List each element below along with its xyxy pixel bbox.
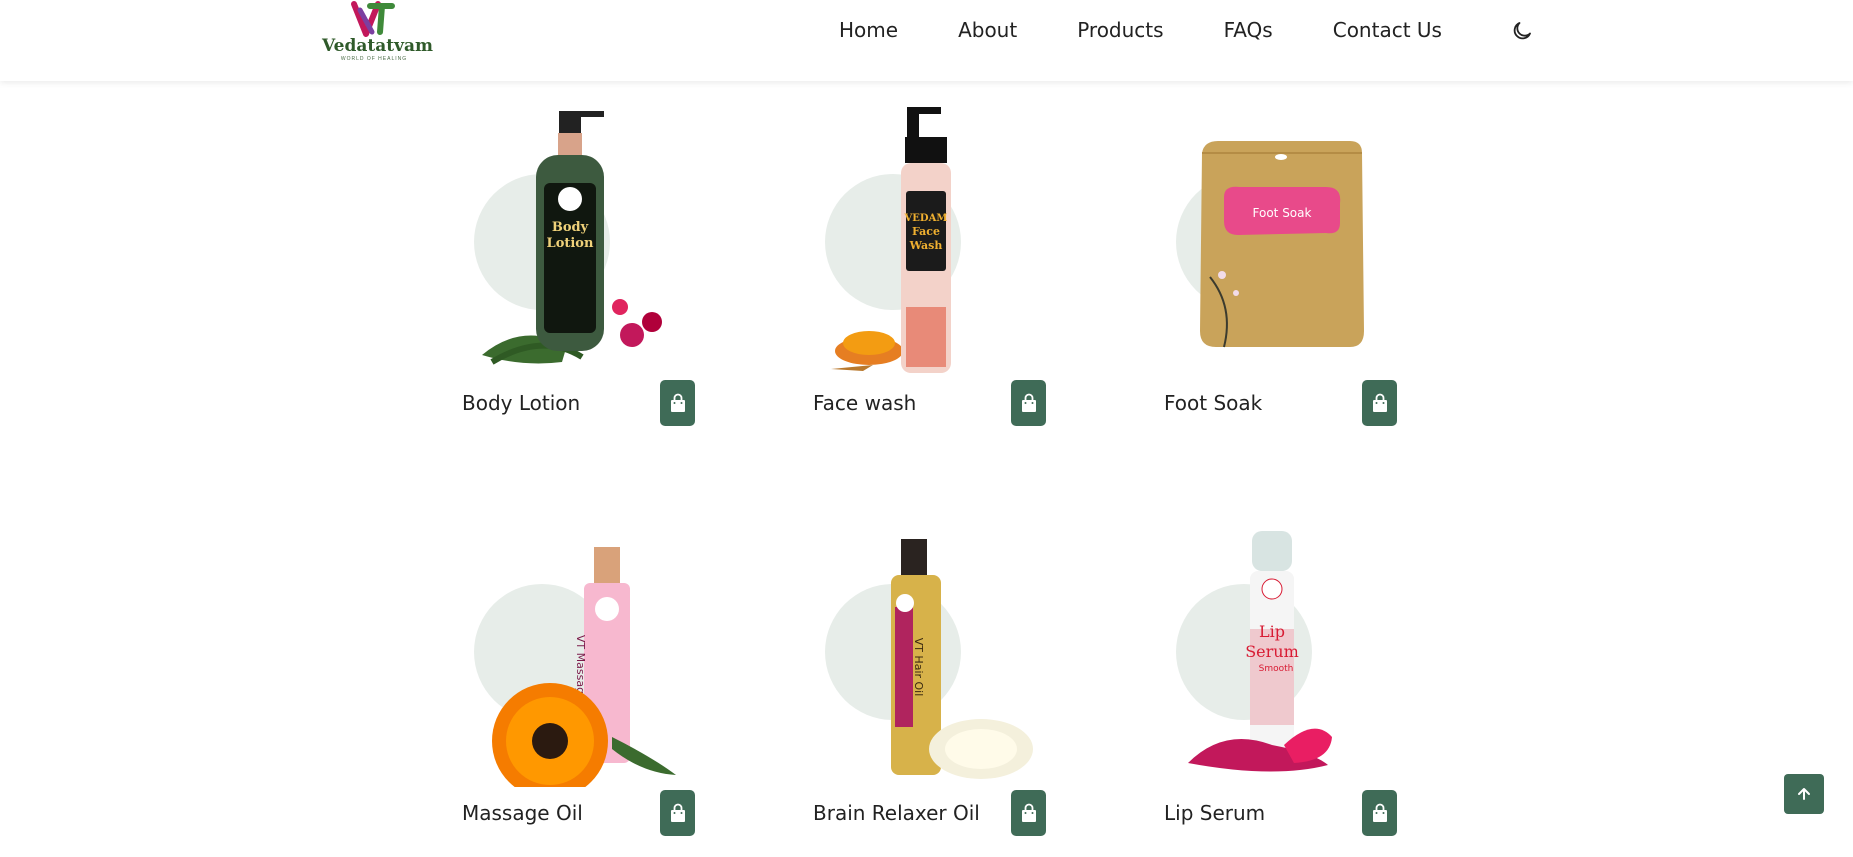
add-to-cart-button[interactable]	[1011, 790, 1046, 836]
add-to-cart-button[interactable]	[660, 790, 695, 836]
product-title[interactable]: Foot Soak	[1164, 391, 1262, 415]
shopping-bag-icon	[670, 393, 685, 412]
product-title[interactable]: Massage Oil	[462, 801, 583, 825]
add-to-cart-button[interactable]	[1011, 380, 1046, 426]
product-card: VEDAM Face Wash Face wash	[813, 107, 1053, 457]
bottle-label-line: Lotion	[547, 236, 594, 251]
nav-products[interactable]: Products	[1077, 18, 1163, 42]
brand-tagline: WORLD OF HEALING	[340, 56, 408, 62]
product-title[interactable]: Body Lotion	[462, 391, 580, 415]
shopping-bag-icon	[1372, 803, 1387, 822]
nav-home[interactable]: Home	[839, 18, 898, 42]
product-card: VT Hair Oil Brain Relaxer Oil	[813, 517, 1053, 857]
product-card: VT Massage Oil Massage Oil	[462, 517, 702, 857]
site-header: Vedatatvam WORLD OF HEALING Home About P…	[0, 0, 1853, 81]
add-to-cart-button[interactable]	[660, 380, 695, 426]
product-image-body-lotion[interactable]: Body Lotion	[462, 107, 702, 377]
shopping-bag-icon	[1021, 803, 1036, 822]
add-to-cart-button[interactable]	[1362, 790, 1397, 836]
product-image-lip-serum[interactable]: Lip Serum Smooth	[1164, 517, 1404, 787]
product-card: Foot Soak Foot Soak	[1164, 107, 1404, 457]
bottle-label-line: Serum	[1245, 642, 1299, 661]
product-title[interactable]: Lip Serum	[1164, 801, 1265, 825]
arrow-up-icon	[1798, 788, 1810, 800]
product-title[interactable]: Face wash	[813, 391, 916, 415]
bottle-label-line: Face	[912, 225, 940, 238]
product-title[interactable]: Brain Relaxer Oil	[813, 801, 980, 825]
shopping-bag-icon	[1372, 393, 1387, 412]
bottle-label-line: Smooth	[1259, 664, 1294, 674]
product-card: Body Lotion Body Lotion	[462, 107, 702, 457]
product-image-massage-oil[interactable]: VT Massage Oil	[462, 517, 702, 787]
bottle-label-line: VT Hair Oil	[912, 638, 925, 697]
shopping-bag-icon	[1021, 393, 1036, 412]
bottle-label-line: Body	[552, 220, 589, 235]
product-image-face-wash[interactable]: VEDAM Face Wash	[813, 107, 1053, 377]
add-to-cart-button[interactable]	[1362, 380, 1397, 426]
product-image-brain-relaxer-oil[interactable]: VT Hair Oil	[813, 517, 1053, 787]
product-card: Lip Serum Smooth Lip Serum	[1164, 517, 1404, 857]
product-image-foot-soak[interactable]: Foot Soak	[1164, 107, 1404, 377]
nav-contact[interactable]: Contact Us	[1333, 18, 1442, 42]
nav-faqs[interactable]: FAQs	[1224, 18, 1273, 42]
bottle-label-line: Wash	[909, 239, 943, 252]
scroll-to-top-button[interactable]	[1784, 774, 1824, 814]
logo-mark-icon	[351, 1, 395, 37]
moon-icon	[1513, 22, 1531, 40]
bottle-label-line: Foot Soak	[1253, 206, 1312, 220]
bottle-label-line: Lip	[1259, 622, 1285, 641]
brand-logo[interactable]: Vedatatvam WORLD OF HEALING	[322, 0, 433, 66]
shopping-bag-icon	[670, 803, 685, 822]
nav-about[interactable]: About	[958, 18, 1017, 42]
theme-toggle-button[interactable]	[1510, 19, 1534, 43]
main-nav: Home About Products FAQs Contact Us	[839, 18, 1502, 42]
bottle-label-line: VEDAM	[904, 213, 948, 224]
brand-name: Vedatatvam	[322, 36, 433, 56]
